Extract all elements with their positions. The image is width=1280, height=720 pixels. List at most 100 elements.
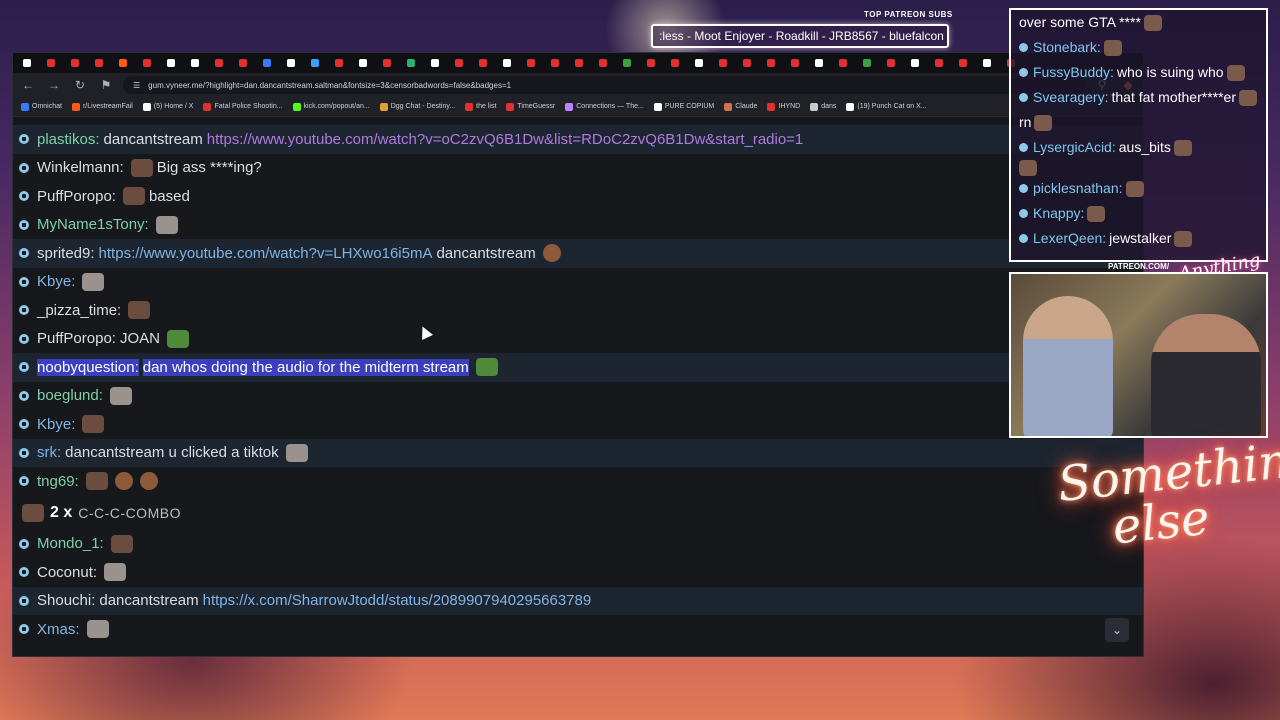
browser-tab[interactable]: [929, 55, 949, 71]
bookmark-item[interactable]: kick.com/popout/an...: [292, 102, 370, 111]
browser-tab[interactable]: [65, 55, 85, 71]
forward-icon[interactable]: →: [45, 76, 63, 94]
chat-username[interactable]: MyName1sTony:: [37, 216, 149, 233]
browser-tab[interactable]: [449, 55, 469, 71]
browser-tab[interactable]: [401, 55, 421, 71]
bookmark-item[interactable]: PURE COPIUM: [653, 102, 714, 111]
bookmark-item[interactable]: r/LivestreamFail: [71, 102, 133, 111]
browser-tab[interactable]: [89, 55, 109, 71]
browser-tab[interactable]: [953, 55, 973, 71]
bookmark-item[interactable]: the list: [465, 102, 496, 111]
chat-username[interactable]: tng69:: [37, 473, 79, 490]
browser-tab[interactable]: [689, 55, 709, 71]
browser-tab[interactable]: [713, 55, 733, 71]
tab-favicon-icon: [767, 59, 775, 67]
bookmark-item[interactable]: TimeGuessr: [506, 102, 555, 111]
browser-tab[interactable]: [281, 55, 301, 71]
browser-tab[interactable]: [905, 55, 925, 71]
chat-message: PuffPoropo: JOAN: [13, 325, 1143, 354]
browser-tab[interactable]: [593, 55, 613, 71]
bookmark-item[interactable]: Omnichat: [21, 102, 62, 111]
browser-tab[interactable]: [473, 55, 493, 71]
chat-username[interactable]: Coconut:: [37, 564, 97, 581]
chat-username[interactable]: boeglund:: [37, 387, 103, 404]
browser-tab[interactable]: [233, 55, 253, 71]
bookmark-item[interactable]: Dgg Chat - Destiny...: [379, 102, 455, 111]
tab-favicon-icon: [215, 59, 223, 67]
emote-icon: [109, 386, 132, 405]
browser-tab[interactable]: [209, 55, 229, 71]
browser-tab[interactable]: [305, 55, 325, 71]
chat-username[interactable]: Xmas:: [37, 621, 80, 638]
browser-tab[interactable]: [41, 55, 61, 71]
browser-tab[interactable]: [833, 55, 853, 71]
bookmark-icon[interactable]: ⚑: [97, 76, 115, 94]
chat-username[interactable]: _pizza_time:: [37, 302, 121, 319]
browser-tab[interactable]: [569, 55, 589, 71]
browser-tab[interactable]: [785, 55, 805, 71]
chat-username[interactable]: Kbye:: [37, 273, 75, 290]
chat-link[interactable]: https://www.youtube.com/watch?v=oC2zvQ6B…: [207, 131, 804, 148]
chat-username[interactable]: Winkelmann:: [37, 159, 124, 176]
emote-icon: [86, 620, 109, 639]
badge-icon: [1019, 209, 1028, 218]
bookmark-item[interactable]: Claude: [724, 102, 757, 111]
browser-tab[interactable]: [161, 55, 181, 71]
neon-logo: Something else: [1055, 430, 1280, 556]
chat-link[interactable]: https://x.com/SharrowJtodd/status/208990…: [203, 592, 592, 609]
browser-tab[interactable]: [137, 55, 157, 71]
overlay-chat-username: Stonebark:: [1033, 39, 1101, 55]
chat-text: dancantstream: [103, 130, 203, 148]
browser-tab[interactable]: [545, 55, 565, 71]
bookmark-favicon-icon: [292, 102, 301, 111]
browser-tab[interactable]: [977, 55, 997, 71]
chat-username[interactable]: Shouchi:: [37, 592, 95, 609]
bookmark-item[interactable]: (5) Home / X: [142, 102, 193, 111]
chat-log[interactable]: plastikos: dancantstream https://www.youtu…: [13, 125, 1143, 656]
bookmark-item[interactable]: Connections — The...: [565, 102, 644, 111]
address-bar[interactable]: ☰ gum.vyneer.me/?highlight=dan.dancantst…: [123, 76, 1085, 94]
bookmark-favicon-icon: [653, 102, 662, 111]
chat-username[interactable]: srk:: [37, 444, 61, 461]
browser-tab[interactable]: [257, 55, 277, 71]
browser-tab[interactable]: [881, 55, 901, 71]
emote-icon: [85, 472, 108, 491]
emote-icon: [155, 215, 178, 234]
browser-tab[interactable]: [737, 55, 757, 71]
browser-tab[interactable]: [521, 55, 541, 71]
chat-username[interactable]: Mondo_1:: [37, 535, 104, 552]
site-info-icon[interactable]: ☰: [133, 81, 140, 90]
browser-tab[interactable]: [17, 55, 37, 71]
browser-tab[interactable]: [665, 55, 685, 71]
chat-username[interactable]: sprited9:: [37, 245, 95, 262]
chat-username[interactable]: PuffPoropo:: [37, 330, 116, 347]
chat-link[interactable]: https://www.youtube.com/watch?v=LHXwo16i…: [99, 245, 433, 262]
browser-tab[interactable]: [617, 55, 637, 71]
bookmark-item[interactable]: dans: [810, 102, 836, 111]
nav-bar: ← → ↻ ⚑ ☰ gum.vyneer.me/?highlight=dan.d…: [13, 73, 1143, 97]
browser-tab[interactable]: [761, 55, 781, 71]
browser-tab[interactable]: [377, 55, 397, 71]
chat-username[interactable]: plastikos:: [37, 131, 100, 148]
tab-favicon-icon: [935, 59, 943, 67]
emote-icon: [1226, 64, 1245, 81]
back-icon[interactable]: ←: [19, 76, 37, 94]
chat-username[interactable]: PuffPoropo:: [37, 188, 116, 205]
tab-favicon-icon: [911, 59, 919, 67]
browser-tab[interactable]: [641, 55, 661, 71]
browser-tab[interactable]: [353, 55, 373, 71]
chat-username[interactable]: Kbye:: [37, 416, 75, 433]
bookmark-item[interactable]: (19) Punch Cat on X...: [846, 102, 927, 111]
browser-tab[interactable]: [857, 55, 877, 71]
scroll-to-bottom-button[interactable]: ⌄: [1105, 618, 1129, 642]
browser-tab[interactable]: [425, 55, 445, 71]
reload-icon[interactable]: ↻: [71, 76, 89, 94]
bookmark-item[interactable]: IHYND: [767, 102, 800, 111]
browser-tab[interactable]: [113, 55, 133, 71]
browser-tab[interactable]: [809, 55, 829, 71]
browser-tab[interactable]: [185, 55, 205, 71]
chat-username[interactable]: noobyquestion:: [37, 358, 139, 376]
bookmark-item[interactable]: Fatal Police Shootin...: [203, 102, 283, 111]
browser-tab[interactable]: [329, 55, 349, 71]
browser-tab[interactable]: [497, 55, 517, 71]
